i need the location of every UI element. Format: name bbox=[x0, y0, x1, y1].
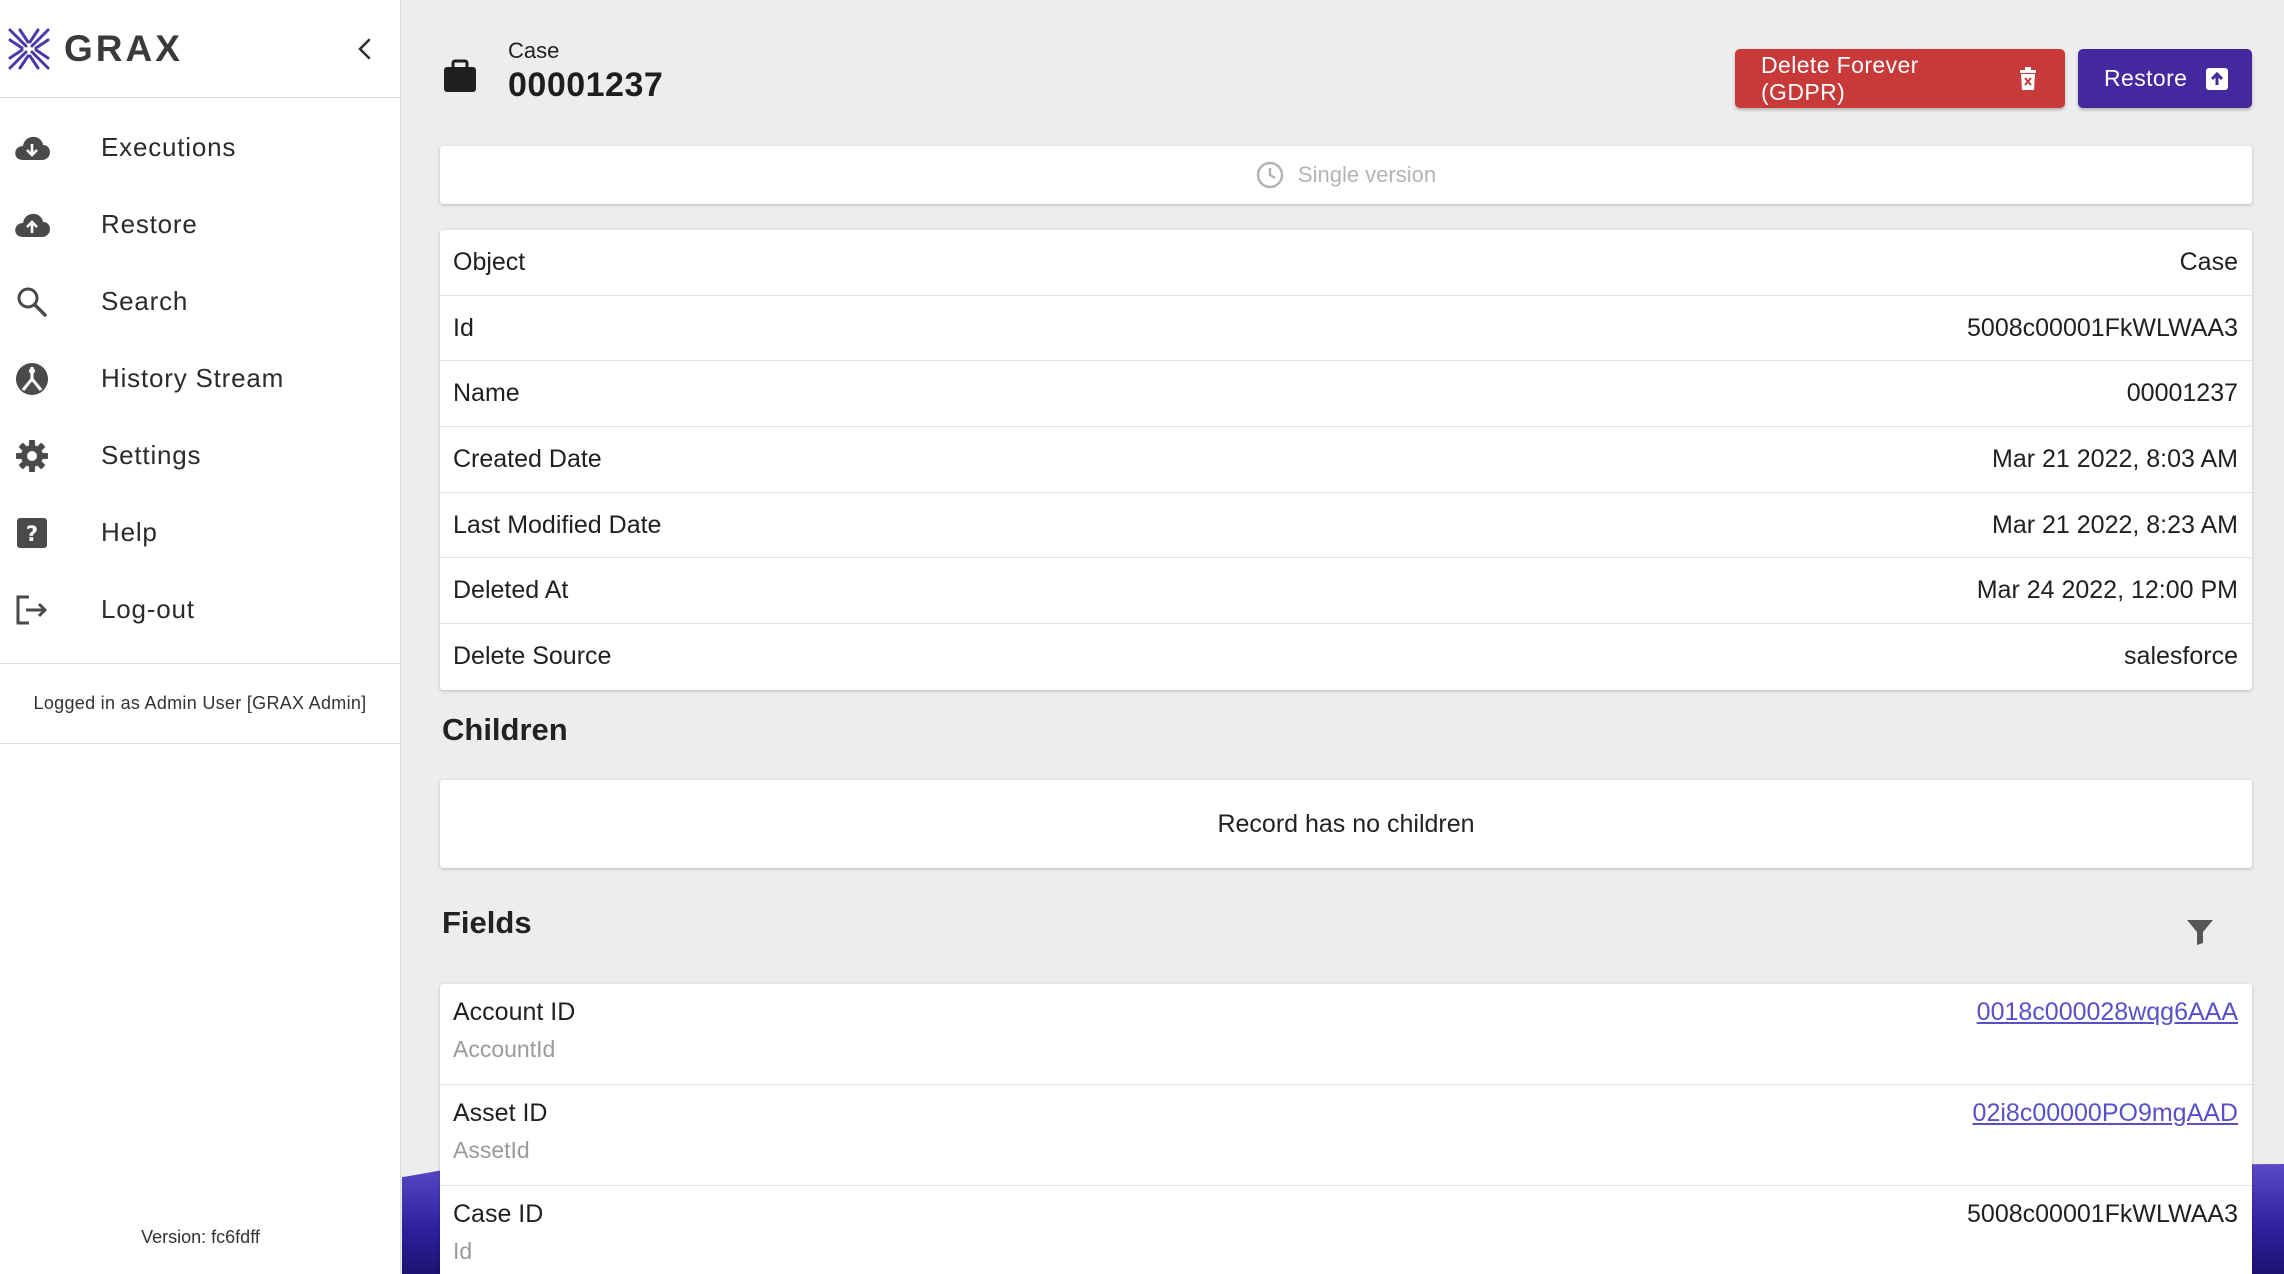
cloud-download-icon bbox=[13, 129, 51, 167]
sidebar-item-logout[interactable]: Log-out bbox=[0, 571, 400, 648]
property-row: Last Modified Date Mar 21 2022, 8:23 AM bbox=[440, 493, 2252, 559]
fields-list: Account ID AccountId 0018c000028wqg6AAA … bbox=[440, 984, 2252, 1274]
property-value: Mar 21 2022, 8:23 AM bbox=[1992, 510, 2238, 539]
app-name: GRAX bbox=[64, 27, 183, 69]
property-label: Created Date bbox=[453, 444, 602, 473]
version-label: Single version bbox=[1297, 162, 1437, 187]
record-detail: Case 00001237 Delete Forever (GDPR) Rest… bbox=[402, 0, 2284, 1274]
property-row: Name 00001237 bbox=[440, 361, 2252, 428]
svg-text:?: ? bbox=[26, 522, 38, 546]
field-label: Account ID bbox=[453, 998, 576, 1026]
restore-button[interactable]: Restore bbox=[2078, 49, 2252, 108]
record-type: Case bbox=[508, 38, 560, 63]
property-label: Object bbox=[453, 247, 526, 276]
property-row: Object Case bbox=[440, 230, 2252, 296]
property-value: Mar 24 2022, 12:00 PM bbox=[1976, 576, 2238, 605]
version-selector[interactable]: Single version bbox=[440, 146, 2252, 204]
sidebar-item-label: Settings bbox=[101, 440, 202, 470]
clock-icon bbox=[1256, 161, 1284, 189]
children-empty-text: Record has no children bbox=[1217, 809, 1475, 838]
delete-forever-button[interactable]: Delete Forever (GDPR) bbox=[1735, 49, 2065, 108]
collapse-sidebar-button[interactable] bbox=[348, 32, 382, 66]
property-row: Created Date Mar 21 2022, 8:03 AM bbox=[440, 427, 2252, 493]
history-stream-icon bbox=[13, 360, 51, 398]
sidebar-item-label: Executions bbox=[101, 132, 237, 162]
cloud-upload-icon bbox=[13, 206, 51, 244]
upload-box-icon bbox=[2205, 67, 2229, 91]
field-row: Case ID Id 5008c00001FkWLWAA3 bbox=[440, 1186, 2252, 1274]
help-icon: ? bbox=[13, 514, 51, 552]
property-row: Delete Source salesforce bbox=[440, 624, 2252, 690]
field-api-name: AssetId bbox=[453, 1137, 530, 1163]
field-row: Asset ID AssetId 02i8c00000PO9mgAAD bbox=[440, 1085, 2252, 1186]
property-value: salesforce bbox=[2124, 642, 2238, 671]
field-label: Asset ID bbox=[453, 1099, 548, 1127]
filter-icon bbox=[2187, 920, 2213, 945]
filter-fields-button[interactable] bbox=[2178, 910, 2222, 954]
property-label: Deleted At bbox=[453, 576, 569, 605]
sidebar-item-search[interactable]: Search bbox=[0, 263, 400, 340]
property-label: Delete Source bbox=[453, 642, 612, 671]
briefcase-icon bbox=[444, 59, 476, 92]
sidebar-item-label: History Stream bbox=[101, 363, 285, 393]
sidebar-item-label: Restore bbox=[101, 209, 198, 239]
property-value: 00001237 bbox=[2126, 379, 2238, 408]
delete-forever-label: Delete Forever (GDPR) bbox=[1761, 51, 1919, 105]
property-label: Name bbox=[453, 379, 520, 408]
sidebar-item-history-stream[interactable]: History Stream bbox=[0, 340, 400, 417]
gear-icon bbox=[13, 437, 51, 475]
children-title: Children bbox=[442, 712, 568, 747]
sidebar-nav: Executions Restore Search History Stream… bbox=[0, 98, 400, 664]
property-value: 5008c00001FkWLWAA3 bbox=[1967, 313, 2238, 342]
field-row: Account ID AccountId 0018c000028wqg6AAA bbox=[440, 984, 2252, 1085]
sidebar-item-help[interactable]: ? Help bbox=[0, 494, 400, 571]
field-value: 5008c00001FkWLWAA3 bbox=[1967, 1200, 2238, 1228]
sidebar: GRAX Executions Restore Search History S… bbox=[0, 0, 401, 1274]
field-api-name: Id bbox=[453, 1238, 473, 1264]
field-api-name: AccountId bbox=[453, 1036, 556, 1062]
app-version: Version: fc6fdff bbox=[141, 1227, 260, 1247]
sidebar-item-label: Help bbox=[101, 517, 158, 547]
children-panel: Record has no children bbox=[440, 780, 2252, 868]
sidebar-item-settings[interactable]: Settings bbox=[0, 417, 400, 494]
logout-icon bbox=[13, 591, 51, 629]
property-value: Case bbox=[2179, 247, 2238, 276]
grax-logo-icon bbox=[8, 28, 50, 69]
property-value: Mar 21 2022, 8:03 AM bbox=[1992, 444, 2238, 473]
fields-title: Fields bbox=[442, 905, 532, 940]
trash-icon bbox=[2016, 66, 2039, 91]
sidebar-item-executions[interactable]: Executions bbox=[0, 109, 400, 186]
logged-in-status: Logged in as Admin User [GRAX Admin] bbox=[0, 664, 400, 744]
sidebar-item-label: Log-out bbox=[101, 594, 195, 624]
sidebar-item-restore[interactable]: Restore bbox=[0, 186, 400, 263]
property-label: Id bbox=[453, 313, 474, 342]
record-header: Case 00001237 bbox=[442, 38, 663, 105]
property-row: Deleted At Mar 24 2022, 12:00 PM bbox=[440, 558, 2252, 625]
logo-row: GRAX bbox=[0, 0, 400, 98]
record-name: 00001237 bbox=[508, 66, 664, 104]
search-icon bbox=[13, 283, 51, 321]
property-row: Id 5008c00001FkWLWAA3 bbox=[440, 296, 2252, 362]
restore-label: Restore bbox=[2104, 65, 2188, 91]
field-label: Case ID bbox=[453, 1200, 544, 1228]
property-label: Last Modified Date bbox=[453, 510, 662, 539]
chevron-left-icon bbox=[358, 38, 371, 60]
record-properties: Object Case Id 5008c00001FkWLWAA3 Name 0… bbox=[440, 230, 2252, 690]
sidebar-item-label: Search bbox=[101, 286, 189, 316]
field-value-link[interactable]: 02i8c00000PO9mgAAD bbox=[1973, 1099, 2238, 1128]
field-value-link[interactable]: 0018c000028wqg6AAA bbox=[1977, 998, 2238, 1027]
